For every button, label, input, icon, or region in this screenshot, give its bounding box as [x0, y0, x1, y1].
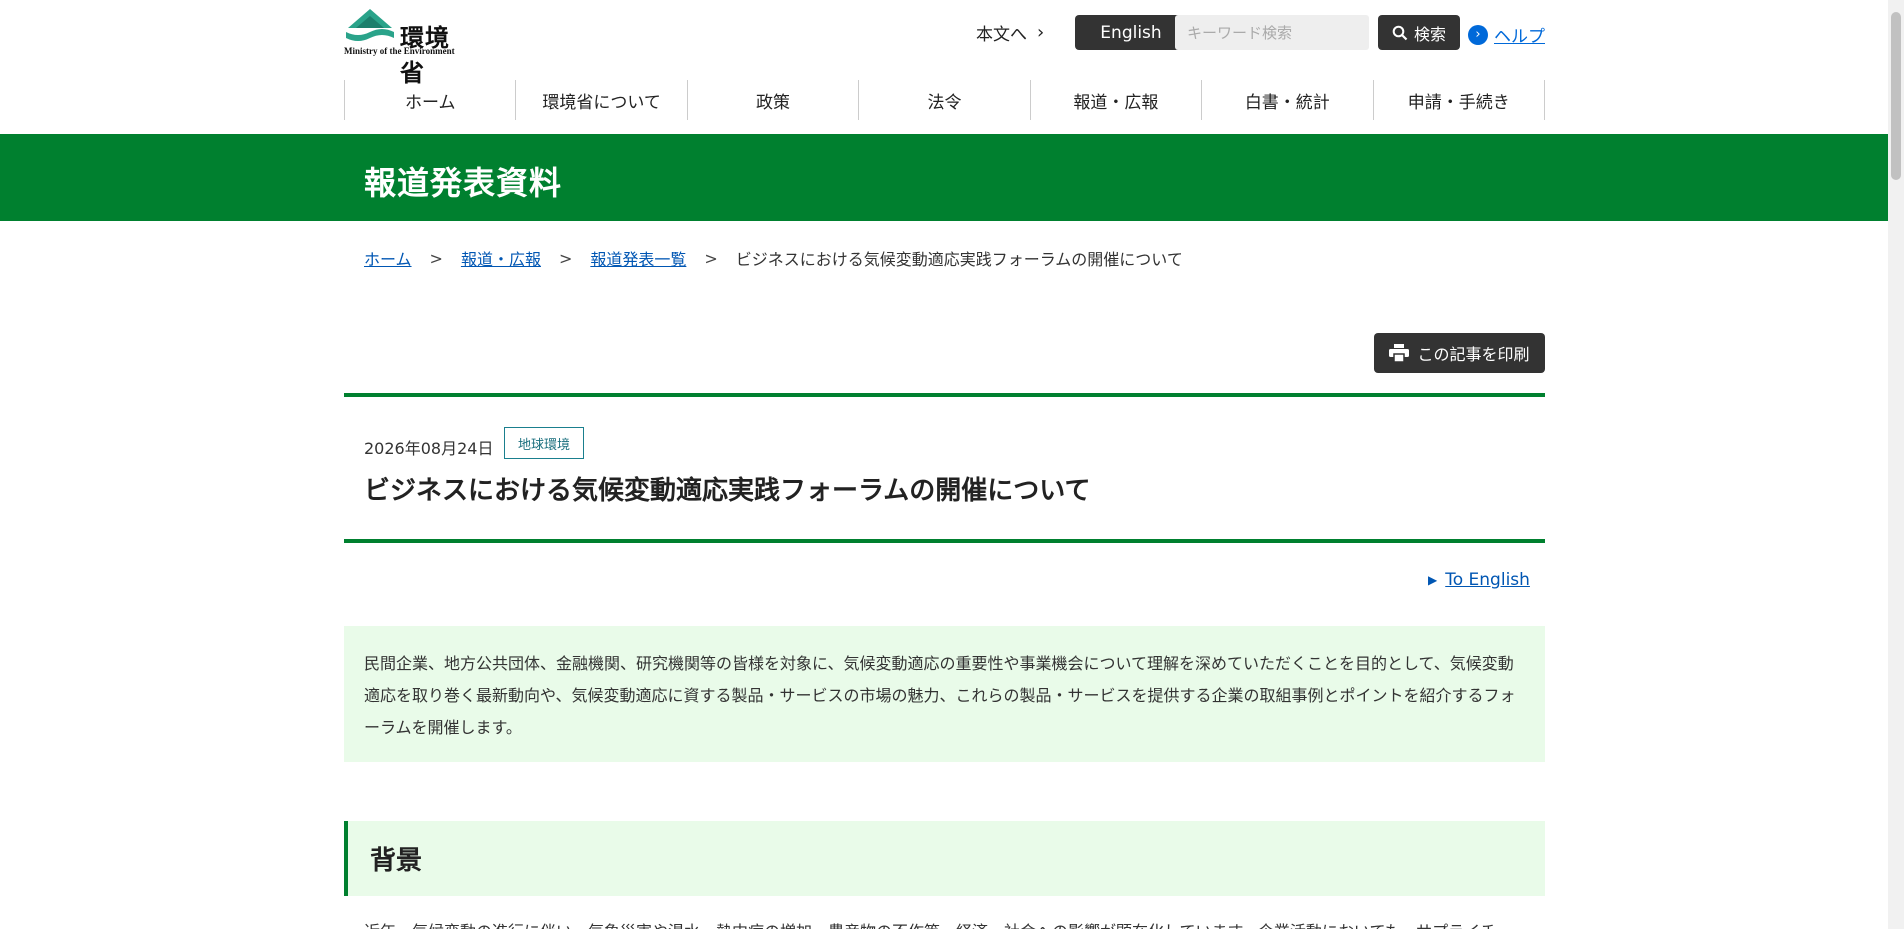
vertical-scrollbar[interactable] [1888, 0, 1904, 929]
breadcrumb-separator: > [704, 248, 718, 268]
english-button[interactable]: English [1075, 15, 1187, 50]
gnav-item-application[interactable]: 申請・手続き [1372, 80, 1544, 120]
gnav-item-about[interactable]: 環境省について [515, 80, 686, 120]
gnav-item-law[interactable]: 法令 [858, 80, 1029, 120]
global-nav: ホーム 環境省について 政策 法令 報道・広報 白書・統計 申請・手続き [344, 80, 1545, 120]
section-body-text: 近年、気候変動の進行に伴い、気象災害や渇水、熱中症の増加、農産物の不作等、経済・… [364, 918, 1545, 929]
chevron-right-icon: › [1037, 22, 1045, 43]
breadcrumb-current: ビジネスにおける気候変動適応実践フォーラムの開催について [735, 250, 1183, 269]
breadcrumb-separator: > [558, 248, 573, 268]
scrollbar-thumb[interactable] [1891, 12, 1901, 180]
breadcrumb-press[interactable]: 報道・広報 [461, 246, 541, 270]
search-icon [1392, 25, 1408, 40]
to-english-text[interactable]: To English [1445, 570, 1530, 590]
article-title: ビジネスにおける気候変動適応実践フォーラムの開催について [364, 476, 1091, 506]
logo-text-en: Ministry of the Environment [344, 46, 455, 56]
site-logo[interactable]: 環境省 Ministry of the Environment [344, 8, 474, 87]
skip-to-content-link[interactable]: 本文へ › [976, 20, 1044, 45]
help-link[interactable]: › ヘルプ [1468, 22, 1545, 47]
publish-date: 2026年08月24日 [364, 439, 494, 458]
search-input[interactable] [1175, 15, 1369, 50]
gnav-item-press[interactable]: 報道・広報 [1029, 80, 1201, 120]
page-title: 報道発表資料 [364, 164, 563, 202]
breadcrumb-press-list[interactable]: 報道発表一覧 [590, 246, 686, 270]
site-header: 環境省 Ministry of the Environment 本文へ › En… [0, 0, 1888, 87]
search-button[interactable]: 検索 [1378, 15, 1460, 50]
printer-icon [1389, 344, 1410, 362]
print-button[interactable]: この記事を印刷 [1374, 333, 1545, 373]
search-button-label: 検索 [1413, 24, 1446, 44]
print-button-label: この記事を印刷 [1417, 345, 1530, 364]
help-link-text[interactable]: ヘルプ [1494, 22, 1545, 47]
to-english-link[interactable]: ▶ To English [1428, 570, 1530, 590]
category-tag: 地球環境 [504, 427, 584, 459]
chevron-circle-icon: › [1468, 24, 1488, 45]
page-title-band: 報道発表資料 [0, 134, 1888, 221]
triangle-right-icon: ▶ [1428, 573, 1438, 587]
section-heading: 背景 [344, 821, 1545, 896]
logo-mark-icon [346, 9, 394, 41]
gnav-item-policy[interactable]: 政策 [686, 80, 858, 120]
article-summary: 民間企業、地方公共団体、金融機関、研究機関等の皆様を対象に、気候変動適応の重要性… [344, 626, 1545, 762]
skip-link-label: 本文へ [976, 25, 1027, 45]
breadcrumb: ホーム > 報道・広報 > 報道発表一覧 > ビジネスにおける気候変動適応実践フ… [364, 246, 1183, 270]
gnav-item-whitepaper[interactable]: 白書・統計 [1201, 80, 1372, 120]
gnav-item-home[interactable]: ホーム [344, 80, 515, 120]
title-rule-top [344, 393, 1545, 397]
breadcrumb-separator: > [429, 248, 443, 268]
breadcrumb-home[interactable]: ホーム [364, 246, 412, 270]
title-rule-bottom [344, 539, 1545, 543]
